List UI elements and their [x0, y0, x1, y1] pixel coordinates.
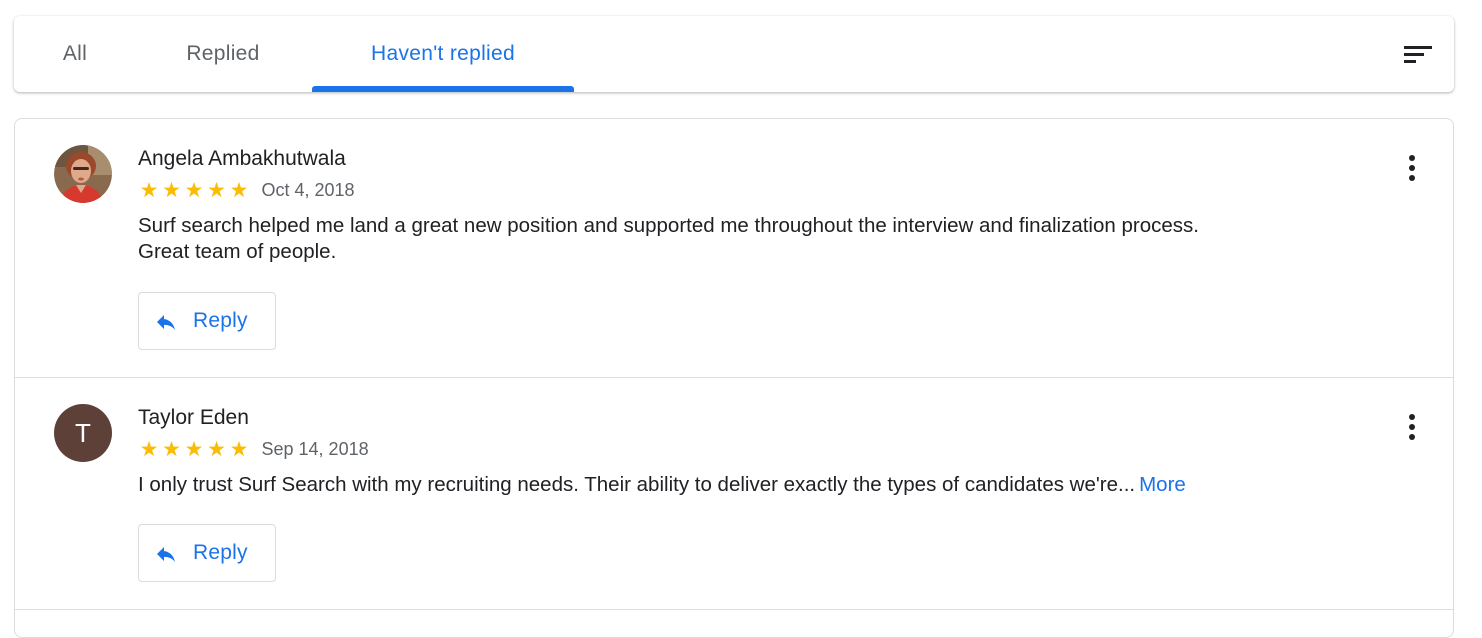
- reply-button[interactable]: Reply: [138, 524, 276, 582]
- avatar: [54, 145, 112, 203]
- star-icon: ★: [139, 178, 159, 202]
- star-icon: ★: [229, 437, 249, 461]
- tab-all[interactable]: All: [42, 16, 108, 92]
- star-icon: ★: [139, 437, 159, 461]
- more-vert-icon: [1409, 414, 1415, 440]
- avatar: T: [54, 404, 112, 462]
- reply-label: Reply: [193, 541, 248, 564]
- active-tab-indicator: [312, 86, 574, 92]
- rating-row: ★ ★ ★ ★ ★ Oct 4, 2018: [138, 177, 355, 203]
- review-menu-button[interactable]: [1397, 410, 1427, 446]
- star-icon: ★: [184, 178, 204, 202]
- star-icon: ★: [207, 178, 226, 202]
- reply-icon: [157, 315, 175, 330]
- reviewer-name: Angela Ambakhutwala: [138, 147, 346, 170]
- tab-havent-replied[interactable]: Haven't replied: [312, 16, 574, 92]
- reviewer-name: Taylor Eden: [138, 406, 249, 429]
- review-card: T Taylor Eden ★ ★ ★ ★ ★ Sep 14, 2018 I o…: [15, 378, 1453, 610]
- star-icon: ★: [184, 437, 204, 461]
- reply-icon: [157, 547, 175, 562]
- review-text: I only trust Surf Search with my recruit…: [138, 472, 1338, 498]
- star-rating: ★ ★ ★ ★ ★: [138, 438, 251, 460]
- star-icon: ★: [162, 178, 181, 202]
- star-rating: ★ ★ ★ ★ ★: [138, 179, 251, 201]
- review-date: Oct 4, 2018: [261, 179, 355, 200]
- reply-button[interactable]: Reply: [138, 292, 276, 350]
- review-date: Sep 14, 2018: [261, 438, 369, 459]
- star-icon: ★: [229, 178, 249, 202]
- more-link[interactable]: More: [1139, 473, 1186, 496]
- reply-label: Reply: [193, 309, 248, 332]
- review-text-truncated: I only trust Surf Search with my recruit…: [138, 473, 1136, 496]
- rating-row: ★ ★ ★ ★ ★ Sep 14, 2018: [138, 436, 369, 462]
- sort-icon: [1404, 46, 1432, 63]
- review-menu-button[interactable]: [1397, 151, 1427, 187]
- more-vert-icon: [1409, 155, 1415, 181]
- star-icon: ★: [207, 437, 226, 461]
- review-card: Angela Ambakhutwala ★ ★ ★ ★ ★ Oct 4, 201…: [15, 119, 1453, 378]
- avatar-photo: [54, 145, 112, 203]
- review-text: Surf search helped me land a great new p…: [138, 213, 1338, 265]
- reviews-list: Angela Ambakhutwala ★ ★ ★ ★ ★ Oct 4, 201…: [14, 118, 1454, 638]
- star-icon: ★: [162, 437, 181, 461]
- tab-replied[interactable]: Replied: [164, 16, 282, 92]
- sort-button[interactable]: [1400, 36, 1436, 72]
- review-filter-tabs: All Replied Haven't replied: [14, 16, 1454, 92]
- review-text-line: Great team of people.: [138, 240, 337, 263]
- review-text-line: Surf search helped me land a great new p…: [138, 214, 1199, 237]
